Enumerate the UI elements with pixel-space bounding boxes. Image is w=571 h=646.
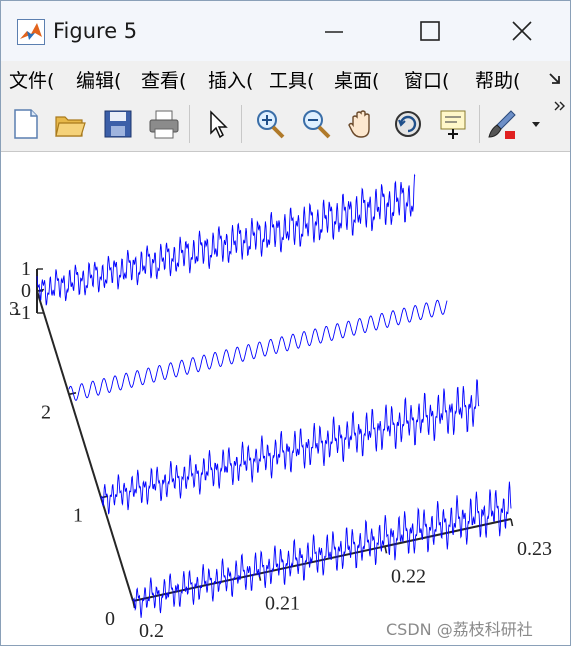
- toolbar: [1, 97, 570, 152]
- toolbar-separator: [189, 105, 190, 143]
- maximize-button[interactable]: [397, 9, 463, 53]
- trace-y0: [132, 481, 512, 618]
- menu-desktop[interactable]: 桌面(: [334, 66, 379, 93]
- y-tick-label: 0: [105, 608, 115, 630]
- y-tick-label: 2: [41, 401, 51, 423]
- y-tick-label: 1: [73, 505, 83, 527]
- close-button[interactable]: [489, 9, 555, 53]
- open-folder-icon[interactable]: [53, 107, 87, 141]
- title-bar[interactable]: Figure 5: [1, 1, 570, 61]
- watermark: CSDN @荔枝科研社: [386, 620, 533, 639]
- toolbar-overflow-icon[interactable]: [553, 99, 567, 113]
- x-tick-label: 0.22: [391, 565, 426, 587]
- toolbar-separator: [479, 105, 480, 143]
- new-file-icon[interactable]: [9, 107, 43, 141]
- x-tick-label: 0.2: [139, 620, 164, 642]
- menu-edit[interactable]: 编辑(: [76, 66, 121, 93]
- x-tick: [510, 518, 514, 527]
- pan-hand-icon[interactable]: [345, 107, 379, 141]
- axes: [36, 268, 514, 609]
- trace-y3: [36, 173, 416, 306]
- y-axis-line: [36, 290, 134, 602]
- menu-insert[interactable]: 插入(: [208, 66, 253, 93]
- menu-help[interactable]: 帮助(: [475, 66, 520, 93]
- brush-dropdown-icon[interactable]: [529, 117, 543, 131]
- zoom-out-icon[interactable]: [299, 107, 333, 141]
- menu-view[interactable]: 查看(: [141, 66, 186, 93]
- menu-overflow-icon[interactable]: [547, 71, 563, 87]
- trace-group: [36, 173, 512, 618]
- minimize-button[interactable]: [301, 9, 367, 53]
- data-cursor-icon[interactable]: [437, 107, 471, 141]
- matlab-icon: [17, 19, 45, 45]
- print-icon[interactable]: [147, 107, 181, 141]
- z-tick-label: -1: [14, 302, 31, 324]
- x-tick-label: 0.23: [517, 538, 552, 560]
- plot-area[interactable]: 0.20.210.220.230123-101: [1, 152, 570, 645]
- menu-bar: 文件( 编辑( 查看( 插入( 工具( 桌面( 窗口( 帮助(: [1, 61, 570, 97]
- menu-window[interactable]: 窗口(: [404, 66, 449, 93]
- pointer-icon[interactable]: [201, 107, 235, 141]
- trace-y2: [68, 299, 448, 401]
- z-tick-label: 1: [21, 258, 31, 280]
- menu-tools[interactable]: 工具(: [269, 66, 314, 93]
- figure-window: Figure 5 文件( 编辑( 查看( 插入( 工具( 桌面( 窗口( 帮助(: [0, 0, 571, 646]
- x-tick-label: 0.21: [265, 593, 300, 615]
- zoom-in-icon[interactable]: [253, 107, 287, 141]
- menu-file[interactable]: 文件(: [9, 66, 54, 93]
- toolbar-separator: [241, 105, 242, 143]
- z-tick-label: 0: [21, 280, 31, 302]
- x-tick: [384, 546, 388, 554]
- brush-icon[interactable]: [485, 107, 519, 141]
- trace-y1: [100, 379, 480, 515]
- window-title: Figure 5: [53, 19, 138, 43]
- y-tick: [68, 392, 77, 396]
- save-icon[interactable]: [101, 107, 135, 141]
- rotate-3d-icon[interactable]: [391, 107, 425, 141]
